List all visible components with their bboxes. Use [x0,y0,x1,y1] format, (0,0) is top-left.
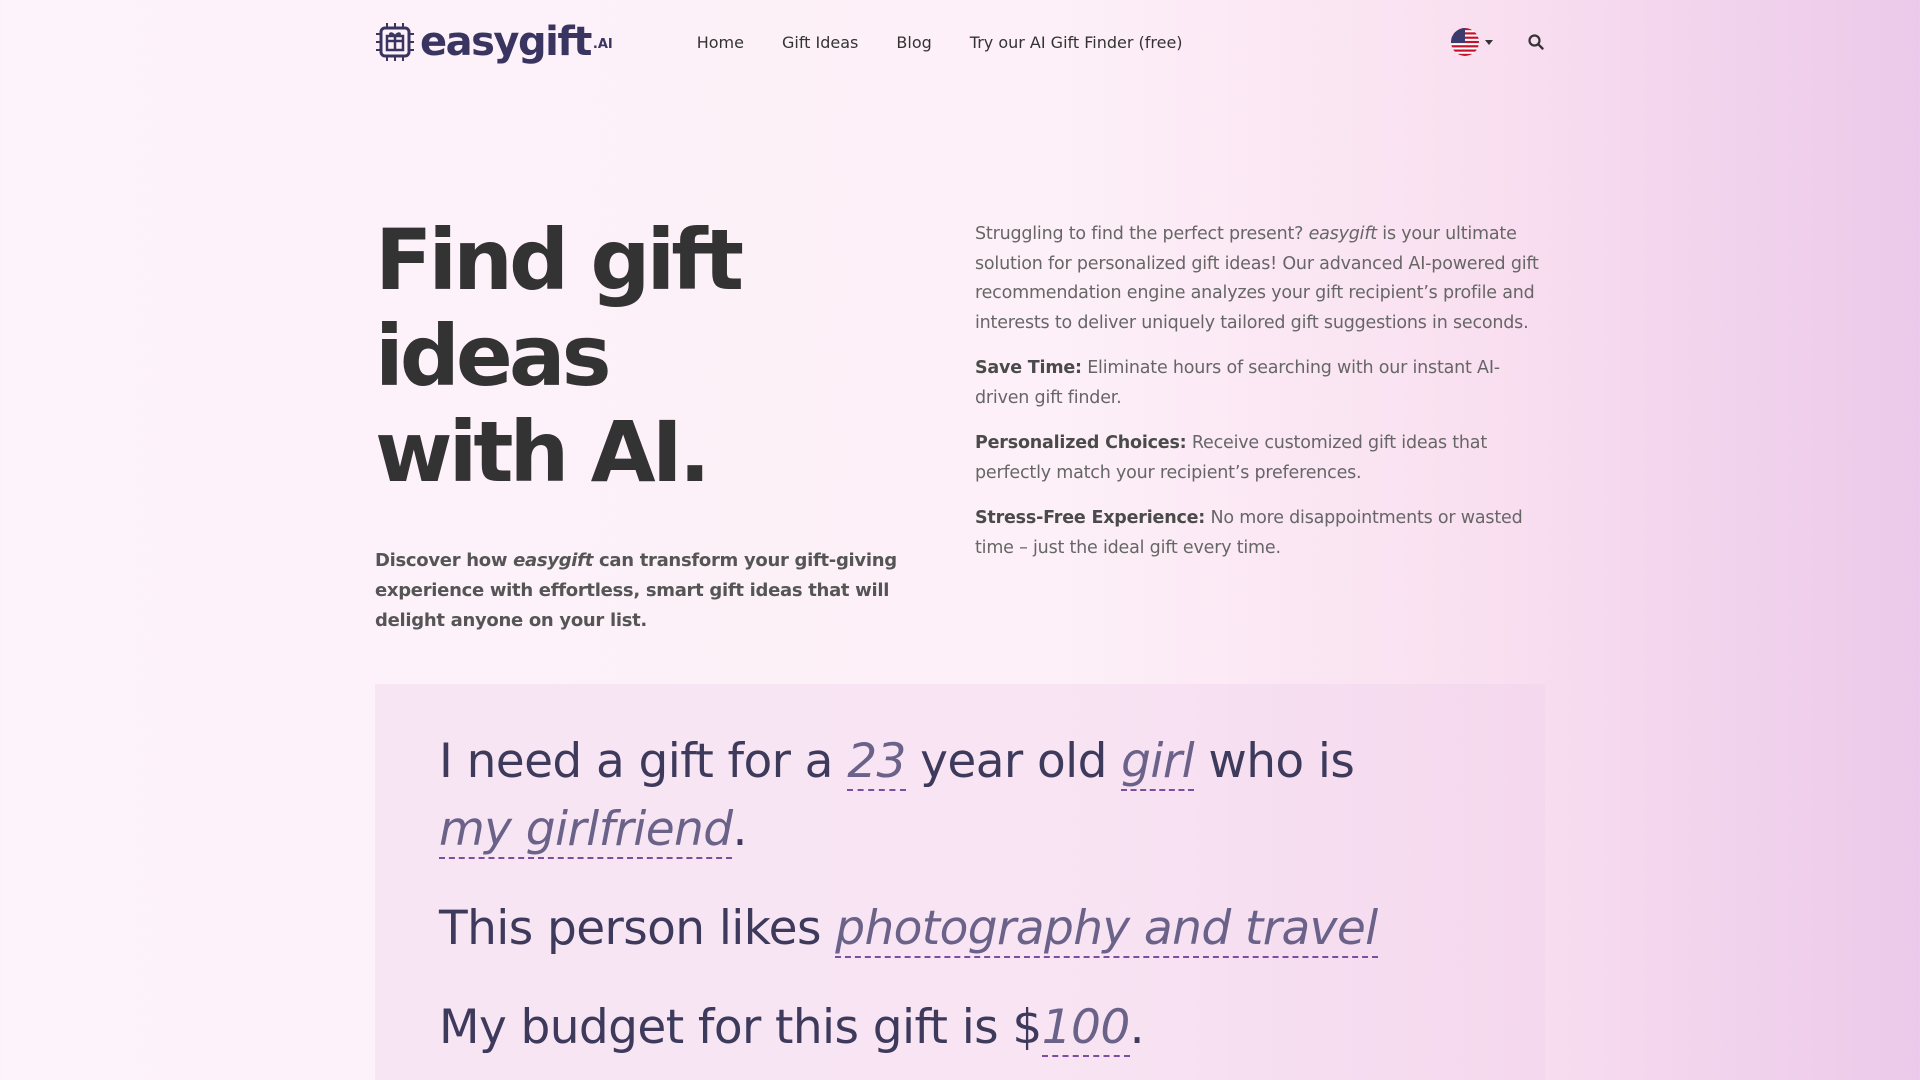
feature-save-time: Save Time: Eliminate hours of searching … [975,354,1545,413]
intro-prefix: Struggling to find the perfect present? [975,224,1309,244]
nav-gift-ideas[interactable]: Gift Ideas [782,33,858,52]
interests-input[interactable]: photography and travel [835,901,1378,958]
feature-stress-free: Stress-Free Experience: No more disappoi… [975,504,1545,563]
relationship-select[interactable]: my girlfriend [439,802,733,859]
intro-brand: easygift [1308,224,1378,244]
finder-sentence-interests: This person likes photography and travel [439,895,1479,963]
finder-sentence-budget: My budget for this gift is $100. [439,994,1479,1062]
finder-text: This person likes [439,901,836,956]
gender-select[interactable]: girl [1121,734,1195,791]
finder-text: who is [1194,734,1355,789]
hero-subtitle: Discover how easygift can transform your… [375,546,950,636]
site-header: easygift .AI Home Gift Ideas Blog Try ou… [375,0,1545,84]
feature-title: Personalized Choices: [975,433,1187,453]
gift-finder-form: I need a gift for a 23 year old girl who… [375,684,1545,1080]
nav-ai-gift-finder[interactable]: Try our AI Gift Finder (free) [970,33,1183,52]
hero-sub-prefix: Discover how [375,550,514,571]
nav-home[interactable]: Home [697,33,744,52]
hero-title-line2: with AI. [375,403,711,501]
chevron-down-icon [1485,39,1493,45]
finder-text: My budget for this gift is $ [439,1000,1042,1055]
language-selector[interactable] [1451,28,1493,56]
logo-link[interactable]: easygift .AI [375,22,613,62]
header-actions [1451,28,1545,56]
nav-blog[interactable]: Blog [896,33,931,52]
chip-gift-icon [376,23,414,61]
logo-suffix: .AI [592,37,613,52]
age-input[interactable]: 23 [847,734,906,791]
finder-text: year old [905,734,1122,789]
finder-text: I need a gift for a [439,734,848,789]
gift-finder-sentences: I need a gift for a 23 year old girl who… [439,728,1479,1062]
budget-input[interactable]: 100 [1041,1000,1130,1057]
finder-text: . [1129,1000,1145,1055]
search-icon[interactable] [1527,33,1545,51]
logo-text: easygift [420,19,592,65]
hero-title: Find gift ideas with AI. [375,212,950,500]
hero-sub-brand: easygift [513,550,594,571]
intro-paragraph: Struggling to find the perfect present? … [975,220,1545,338]
hero-left: Find gift ideas with AI. Discover how ea… [375,212,950,636]
finder-sentence-recipient: I need a gift for a 23 year old girl who… [439,728,1479,864]
hero-description: Struggling to find the perfect present? … [975,220,1545,579]
feature-title: Save Time: [975,358,1082,378]
feature-title: Stress-Free Experience: [975,508,1206,528]
feature-personalized-choices: Personalized Choices: Receive customized… [975,429,1545,488]
hero-title-line1: Find gift ideas [375,211,744,405]
finder-text: . [732,802,747,857]
us-flag-icon [1451,28,1479,56]
main-nav: Home Gift Ideas Blog Try our AI Gift Fin… [697,33,1221,52]
